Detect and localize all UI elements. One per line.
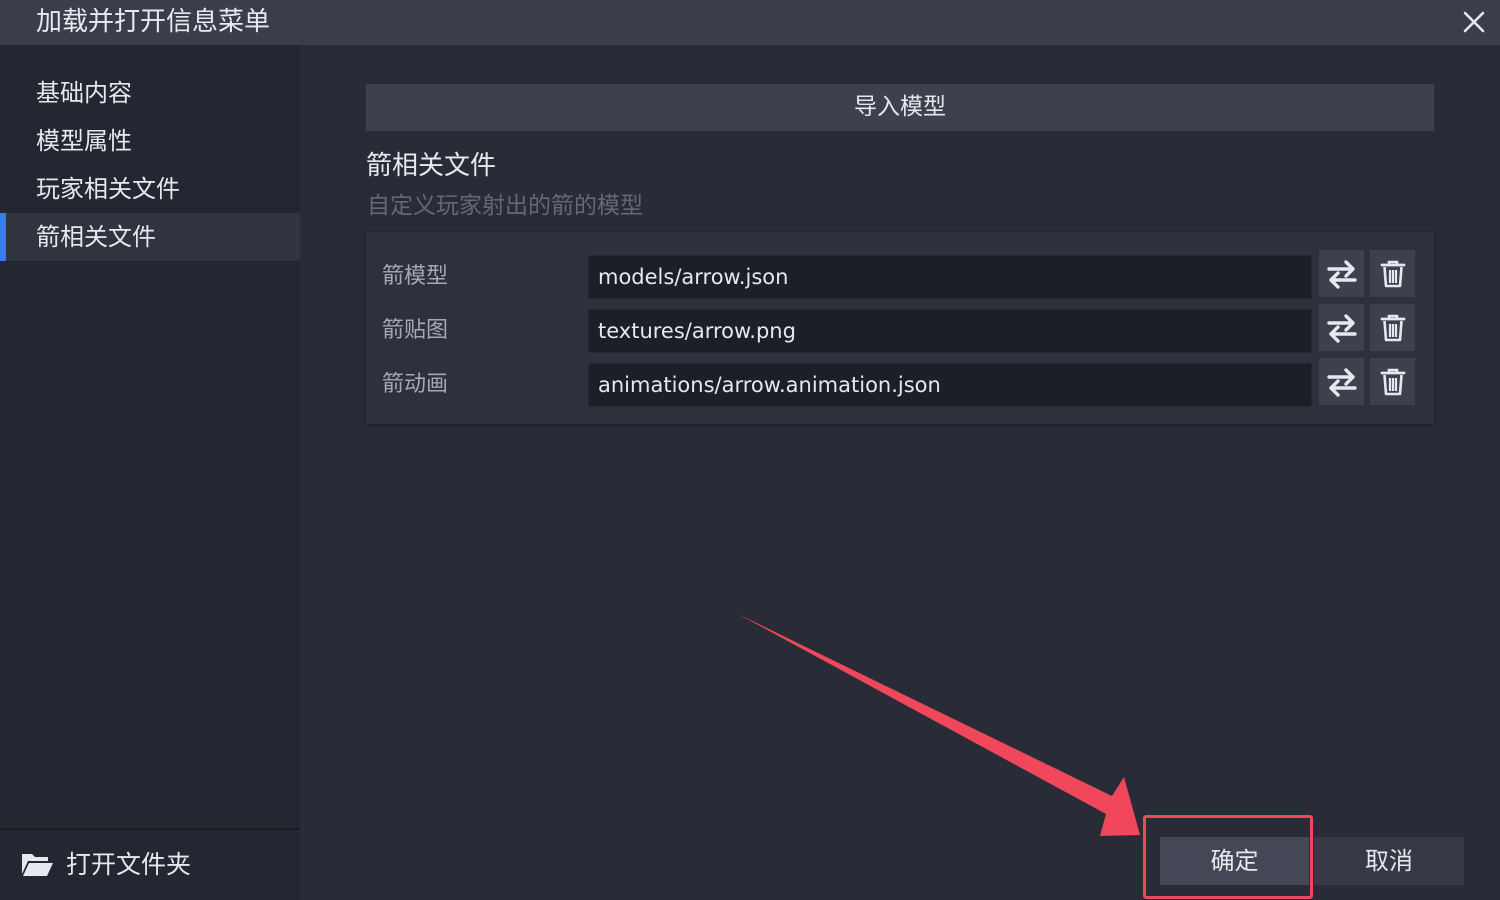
delete-button[interactable]	[1370, 304, 1415, 351]
sidebar-divider	[0, 828, 300, 830]
sidebar-item-model-properties[interactable]: 模型属性	[0, 117, 300, 165]
sidebar-item-arrow-files[interactable]: 箭相关文件	[0, 213, 300, 261]
file-row-arrow-animation: 箭动画 animations/arrow.animation.json	[366, 358, 1434, 409]
arrow-files-panel: 箭模型 models/arrow.json 箭贴图 textures/arrow…	[366, 232, 1434, 424]
title-bar: 加载并打开信息菜单	[0, 0, 1500, 45]
replace-button[interactable]	[1319, 250, 1364, 297]
close-button[interactable]	[1456, 4, 1492, 40]
file-row-label: 箭模型	[382, 264, 449, 289]
section-description: 自定义玩家射出的箭的模型	[367, 193, 643, 219]
import-model-button[interactable]: 导入模型	[366, 84, 1434, 131]
arrow-animation-path-field[interactable]: animations/arrow.animation.json	[588, 363, 1312, 407]
trash-icon	[1380, 260, 1405, 287]
section-title: 箭相关文件	[366, 151, 497, 181]
close-icon	[1463, 11, 1485, 33]
sidebar-item-basic-content[interactable]: 基础内容	[0, 69, 300, 117]
sidebar-item-label: 模型属性	[36, 127, 132, 155]
cancel-button[interactable]: 取消	[1314, 837, 1464, 885]
file-row-arrow-texture: 箭贴图 textures/arrow.png	[366, 304, 1434, 355]
file-row-label: 箭动画	[382, 372, 449, 397]
swap-icon	[1326, 259, 1357, 289]
sidebar-item-label: 箭相关文件	[36, 223, 156, 251]
arrow-texture-path-field[interactable]: textures/arrow.png	[588, 309, 1312, 353]
file-row-label: 箭贴图	[382, 318, 449, 343]
file-row-arrow-model: 箭模型 models/arrow.json	[366, 250, 1434, 301]
sidebar-item-player-files[interactable]: 玩家相关文件	[0, 165, 300, 213]
arrow-model-path-field[interactable]: models/arrow.json	[588, 255, 1312, 299]
replace-button[interactable]	[1319, 304, 1364, 351]
trash-icon	[1380, 314, 1405, 341]
delete-button[interactable]	[1370, 358, 1415, 405]
folder-open-icon	[22, 854, 53, 876]
delete-button[interactable]	[1370, 250, 1415, 297]
open-folder-button[interactable]: 打开文件夹	[0, 841, 300, 889]
ok-button[interactable]: 确定	[1160, 837, 1309, 885]
replace-button[interactable]	[1319, 358, 1364, 405]
sidebar-item-label: 玩家相关文件	[36, 175, 180, 203]
swap-icon	[1326, 367, 1357, 397]
trash-icon	[1380, 368, 1405, 395]
window-title: 加载并打开信息菜单	[36, 7, 271, 37]
sidebar-item-label: 基础内容	[36, 79, 132, 107]
swap-icon	[1326, 313, 1357, 343]
open-folder-label: 打开文件夹	[66, 850, 192, 879]
sidebar: 基础内容 模型属性 玩家相关文件 箭相关文件 打开文件夹	[0, 45, 300, 900]
